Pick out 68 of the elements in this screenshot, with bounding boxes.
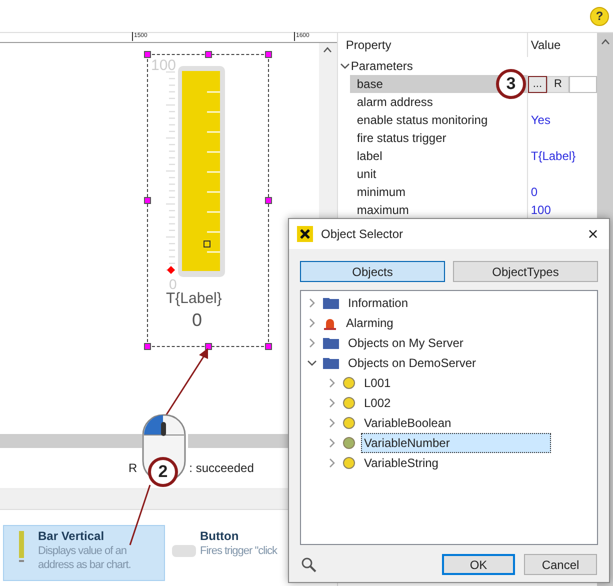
resize-handle[interactable] bbox=[265, 197, 272, 204]
property-value: T{Label} bbox=[530, 148, 576, 165]
property-name[interactable]: label bbox=[350, 147, 494, 165]
scroll-up-icon[interactable] bbox=[600, 39, 610, 45]
property-value: 100 bbox=[530, 202, 551, 219]
browse-button[interactable]: ... bbox=[528, 76, 548, 92]
scroll-up-icon[interactable] bbox=[323, 47, 332, 53]
column-header[interactable]: Property bbox=[338, 33, 528, 57]
property-value: 0 bbox=[530, 184, 538, 201]
folder-icon bbox=[323, 337, 339, 349]
property-name[interactable]: fire status trigger bbox=[350, 129, 494, 147]
cancel-button[interactable]: Cancel bbox=[524, 554, 597, 575]
scrollbar-track[interactable] bbox=[188, 434, 290, 448]
chevron-down-icon[interactable] bbox=[307, 358, 317, 368]
resize-handle[interactable] bbox=[265, 51, 272, 58]
gallery-item[interactable]: Bar Vertical Displays value of an address as bar chart. bbox=[3, 525, 165, 581]
folder-icon bbox=[323, 357, 339, 369]
help-icon[interactable]: ? bbox=[590, 6, 609, 26]
property-name[interactable]: enable status monitoring bbox=[350, 111, 494, 129]
status-text: R bbox=[128, 460, 138, 477]
tab[interactable]: Objects bbox=[300, 261, 445, 282]
ok-button[interactable]: OK bbox=[442, 554, 515, 575]
tree-item[interactable]: Objects on My Server bbox=[345, 333, 466, 353]
reset-button[interactable]: R bbox=[547, 76, 569, 92]
tree-item[interactable]: VariableBoolean bbox=[361, 413, 454, 433]
horizontal-scrollbar[interactable] bbox=[0, 434, 142, 448]
resize-handle[interactable] bbox=[144, 197, 151, 204]
column-header[interactable]: Value bbox=[528, 36, 561, 54]
item-description: Displays value of an address as bar chart. bbox=[38, 544, 132, 572]
chevron-down-icon[interactable] bbox=[340, 61, 350, 71]
button-preview-icon bbox=[172, 545, 196, 557]
bar-icon bbox=[18, 529, 26, 563]
leader-line bbox=[129, 484, 151, 546]
tree-item[interactable]: L002 bbox=[361, 393, 394, 413]
search-icon[interactable] bbox=[301, 556, 317, 572]
property-name[interactable]: base bbox=[350, 75, 494, 93]
tree-item[interactable]: Objects on DemoServer bbox=[345, 353, 480, 373]
resize-handle[interactable] bbox=[144, 343, 151, 350]
property-name[interactable]: alarm address bbox=[350, 93, 494, 111]
resize-handle[interactable] bbox=[265, 343, 272, 350]
tree-item[interactable]: VariableString bbox=[361, 453, 442, 473]
dialog-title: Object Selector bbox=[321, 226, 404, 243]
item-description: Fires trigger "click bbox=[200, 544, 278, 558]
alarm-light-icon bbox=[323, 316, 337, 330]
folder-icon bbox=[323, 297, 339, 309]
gauge-value: 0 bbox=[192, 309, 202, 332]
gallery-item[interactable]: Button Fires trigger "click bbox=[165, 525, 327, 581]
resize-handle[interactable] bbox=[205, 51, 212, 58]
resize-handle[interactable] bbox=[205, 343, 212, 350]
property-name[interactable]: unit bbox=[350, 165, 494, 183]
app-logo-icon bbox=[297, 226, 313, 242]
property-value: Yes bbox=[530, 112, 550, 129]
group-label[interactable]: Parameters bbox=[350, 57, 413, 75]
resize-handle[interactable] bbox=[144, 51, 151, 58]
step-badge: 3 bbox=[496, 69, 526, 99]
close-button[interactable]: × bbox=[583, 225, 603, 243]
gauge-label: T{Label} bbox=[166, 290, 222, 309]
tree-item[interactable]: Information bbox=[345, 293, 412, 313]
tree-item[interactable]: Alarming bbox=[343, 313, 396, 333]
value-field[interactable] bbox=[569, 76, 597, 92]
property-name[interactable]: minimum bbox=[350, 183, 494, 201]
tab[interactable]: ObjectTypes bbox=[453, 261, 598, 282]
property-name[interactable]: maximum bbox=[350, 201, 494, 219]
item-title: Bar Vertical bbox=[38, 529, 106, 544]
item-title: Button bbox=[200, 529, 240, 544]
tree-item[interactable]: L001 bbox=[361, 373, 394, 393]
status-text: : succeeded bbox=[189, 460, 254, 477]
tree-item[interactable]: VariableNumber bbox=[361, 433, 551, 453]
